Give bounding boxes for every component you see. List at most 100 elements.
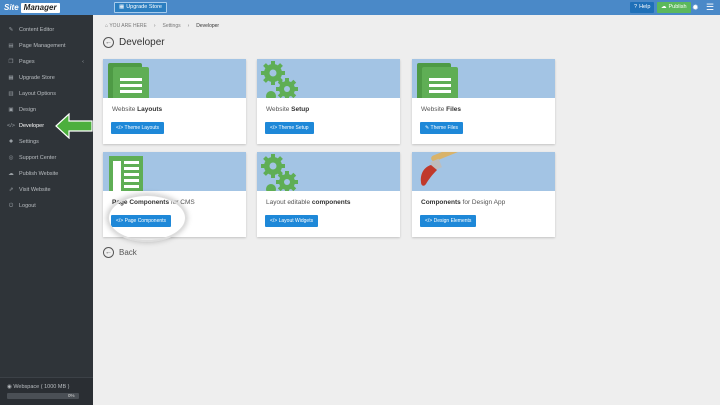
external-link-icon: ⇗ bbox=[8, 187, 14, 193]
sidebar-item-label: Upgrade Store bbox=[19, 75, 55, 81]
card-website-files: Website Files ✎ Theme Files bbox=[412, 59, 555, 144]
sidebar-item-label: Design bbox=[19, 107, 37, 113]
sidebar-item-label: Developer bbox=[19, 123, 45, 129]
card-page-components: Page Components for CMS </> Page Compone… bbox=[103, 152, 246, 237]
sidebar: ✎ Content Editor ▤ Page Management ❐ Pag… bbox=[0, 15, 93, 405]
card-website-setup: Website Setup </> Theme Setup bbox=[257, 59, 400, 144]
card-banner bbox=[257, 152, 400, 191]
sidebar-item-label: Content Editor bbox=[19, 27, 55, 33]
top-bar: Site Manager ▦ Upgrade Store ? Help ☁ Pu… bbox=[0, 0, 720, 15]
hamburger-menu-icon[interactable]: ☰ bbox=[706, 2, 714, 13]
card-title: Page Components for CMS bbox=[112, 199, 195, 206]
image-icon: ▣ bbox=[8, 107, 14, 113]
site-manager-logo[interactable]: Site Manager bbox=[4, 2, 60, 13]
sidebar-item-upgrade-store[interactable]: ▦ Upgrade Store bbox=[0, 70, 93, 86]
theme-layouts-button[interactable]: </> Theme Layouts bbox=[111, 122, 165, 134]
sidebar-item-logout[interactable]: ⏻ Logout bbox=[0, 198, 93, 214]
sidebar-item-label: Pages bbox=[19, 59, 35, 65]
webspace-percent: 0% bbox=[68, 393, 75, 398]
breadcrumb-separator: › bbox=[153, 23, 156, 29]
breadcrumb-home[interactable]: ⌂ YOU ARE HERE bbox=[105, 23, 147, 29]
paintbrush-icon bbox=[420, 152, 465, 186]
theme-setup-button[interactable]: </> Theme Setup bbox=[265, 122, 314, 134]
upgrade-store-label: Upgrade Store bbox=[126, 4, 162, 10]
publish-button[interactable]: ☁ Publish bbox=[657, 2, 691, 13]
sidebar-item-layout-options[interactable]: ▥ Layout Options bbox=[0, 86, 93, 102]
code-icon: </> bbox=[270, 218, 278, 224]
sidebar-item-pages[interactable]: ❐ Pages ‹ bbox=[0, 54, 93, 70]
sidebar-item-label: Settings bbox=[19, 139, 39, 145]
card-banner bbox=[412, 59, 555, 98]
pages-icon: ❐ bbox=[8, 59, 14, 65]
green-arrow-pointer bbox=[55, 113, 93, 139]
sidebar-item-label: Support Center bbox=[19, 155, 57, 161]
code-icon: </> bbox=[116, 125, 124, 131]
help-button[interactable]: ? Help bbox=[630, 2, 655, 13]
cloud-upload-icon: ☁ bbox=[8, 171, 14, 177]
help-icon: ? bbox=[634, 4, 638, 10]
sidebar-item-label: Page Management bbox=[19, 43, 66, 49]
card-title: Website Layouts bbox=[112, 106, 163, 113]
gear-icon[interactable]: ✹ bbox=[692, 2, 699, 13]
pencil-icon: ✎ bbox=[8, 27, 14, 33]
database-icon: ◉ bbox=[7, 384, 12, 390]
gears-icon bbox=[261, 61, 298, 98]
sidebar-item-label: Visit Website bbox=[19, 187, 51, 193]
back-link[interactable]: ← Back bbox=[103, 247, 137, 258]
webspace-label: ◉ Webspace ( 1000 MB ) bbox=[7, 384, 70, 390]
card-banner bbox=[103, 59, 246, 98]
design-elements-button[interactable]: </> Design Elements bbox=[420, 215, 477, 227]
breadcrumb: ⌂ YOU ARE HERE › Settings › Developer bbox=[105, 23, 219, 29]
card-banner bbox=[103, 152, 246, 191]
theme-files-button[interactable]: ✎ Theme Files bbox=[420, 122, 464, 134]
store-icon: ▦ bbox=[119, 4, 125, 10]
breadcrumb-separator: › bbox=[187, 23, 190, 29]
sidebar-item-publish-website[interactable]: ☁ Publish Website bbox=[0, 166, 93, 182]
card-banner bbox=[257, 59, 400, 98]
sidebar-item-page-management[interactable]: ▤ Page Management bbox=[0, 38, 93, 54]
sidebar-item-visit-website[interactable]: ⇗ Visit Website bbox=[0, 182, 93, 198]
page-icon: ▤ bbox=[8, 43, 14, 49]
help-label: Help bbox=[639, 4, 651, 10]
logo-text-site: Site bbox=[4, 3, 19, 12]
pencil-icon: ✎ bbox=[425, 125, 430, 131]
code-icon: </> bbox=[7, 123, 15, 129]
code-icon: </> bbox=[425, 218, 433, 224]
support-icon: ◎ bbox=[8, 155, 14, 161]
publish-label: Publish bbox=[668, 4, 687, 10]
power-icon: ⏻ bbox=[8, 202, 14, 209]
page-title: Developer bbox=[119, 37, 165, 48]
card-banner bbox=[412, 152, 555, 191]
layouts-document-icon bbox=[108, 63, 149, 98]
back-label: Back bbox=[119, 248, 137, 257]
files-document-icon bbox=[417, 63, 458, 98]
upgrade-store-button[interactable]: ▦ Upgrade Store bbox=[114, 2, 167, 13]
page-components-icon bbox=[109, 156, 143, 191]
card-layout-widgets: Layout editable components </> Layout Wi… bbox=[257, 152, 400, 237]
gear-icon: ✹ bbox=[8, 139, 14, 145]
layout-widgets-button[interactable]: </> Layout Widgets bbox=[265, 215, 319, 227]
webspace-panel: ◉ Webspace ( 1000 MB ) 0% bbox=[0, 377, 93, 405]
sidebar-item-content-editor[interactable]: ✎ Content Editor bbox=[0, 22, 93, 38]
sidebar-item-support-center[interactable]: ◎ Support Center bbox=[0, 150, 93, 166]
card-website-layouts: Website Layouts </> Theme Layouts bbox=[103, 59, 246, 144]
gears-icon bbox=[261, 154, 298, 191]
layout-icon: ▥ bbox=[8, 91, 14, 97]
main-content: ⌂ YOU ARE HERE › Settings › Developer ← … bbox=[93, 15, 720, 405]
back-arrow-icon: ← bbox=[103, 247, 114, 258]
card-design-elements: Components for Design App </> Design Ele… bbox=[412, 152, 555, 237]
breadcrumb-settings[interactable]: Settings bbox=[163, 23, 181, 29]
sidebar-item-label: Layout Options bbox=[19, 91, 56, 97]
code-icon: </> bbox=[116, 218, 124, 224]
cloud-upload-icon: ☁ bbox=[661, 4, 667, 10]
logo-text-manager: Manager bbox=[20, 2, 60, 13]
home-icon: ⌂ bbox=[105, 23, 109, 29]
card-title: Layout editable components bbox=[266, 199, 351, 206]
sidebar-item-label: Logout bbox=[19, 203, 36, 209]
page-components-button[interactable]: </> Page Components bbox=[111, 215, 172, 227]
breadcrumb-current: Developer bbox=[196, 23, 220, 29]
page-title-row: ← Developer bbox=[103, 37, 165, 48]
back-arrow-icon[interactable]: ← bbox=[103, 37, 114, 48]
card-title: Website Files bbox=[421, 106, 461, 113]
sidebar-item-label: Publish Website bbox=[19, 171, 59, 177]
